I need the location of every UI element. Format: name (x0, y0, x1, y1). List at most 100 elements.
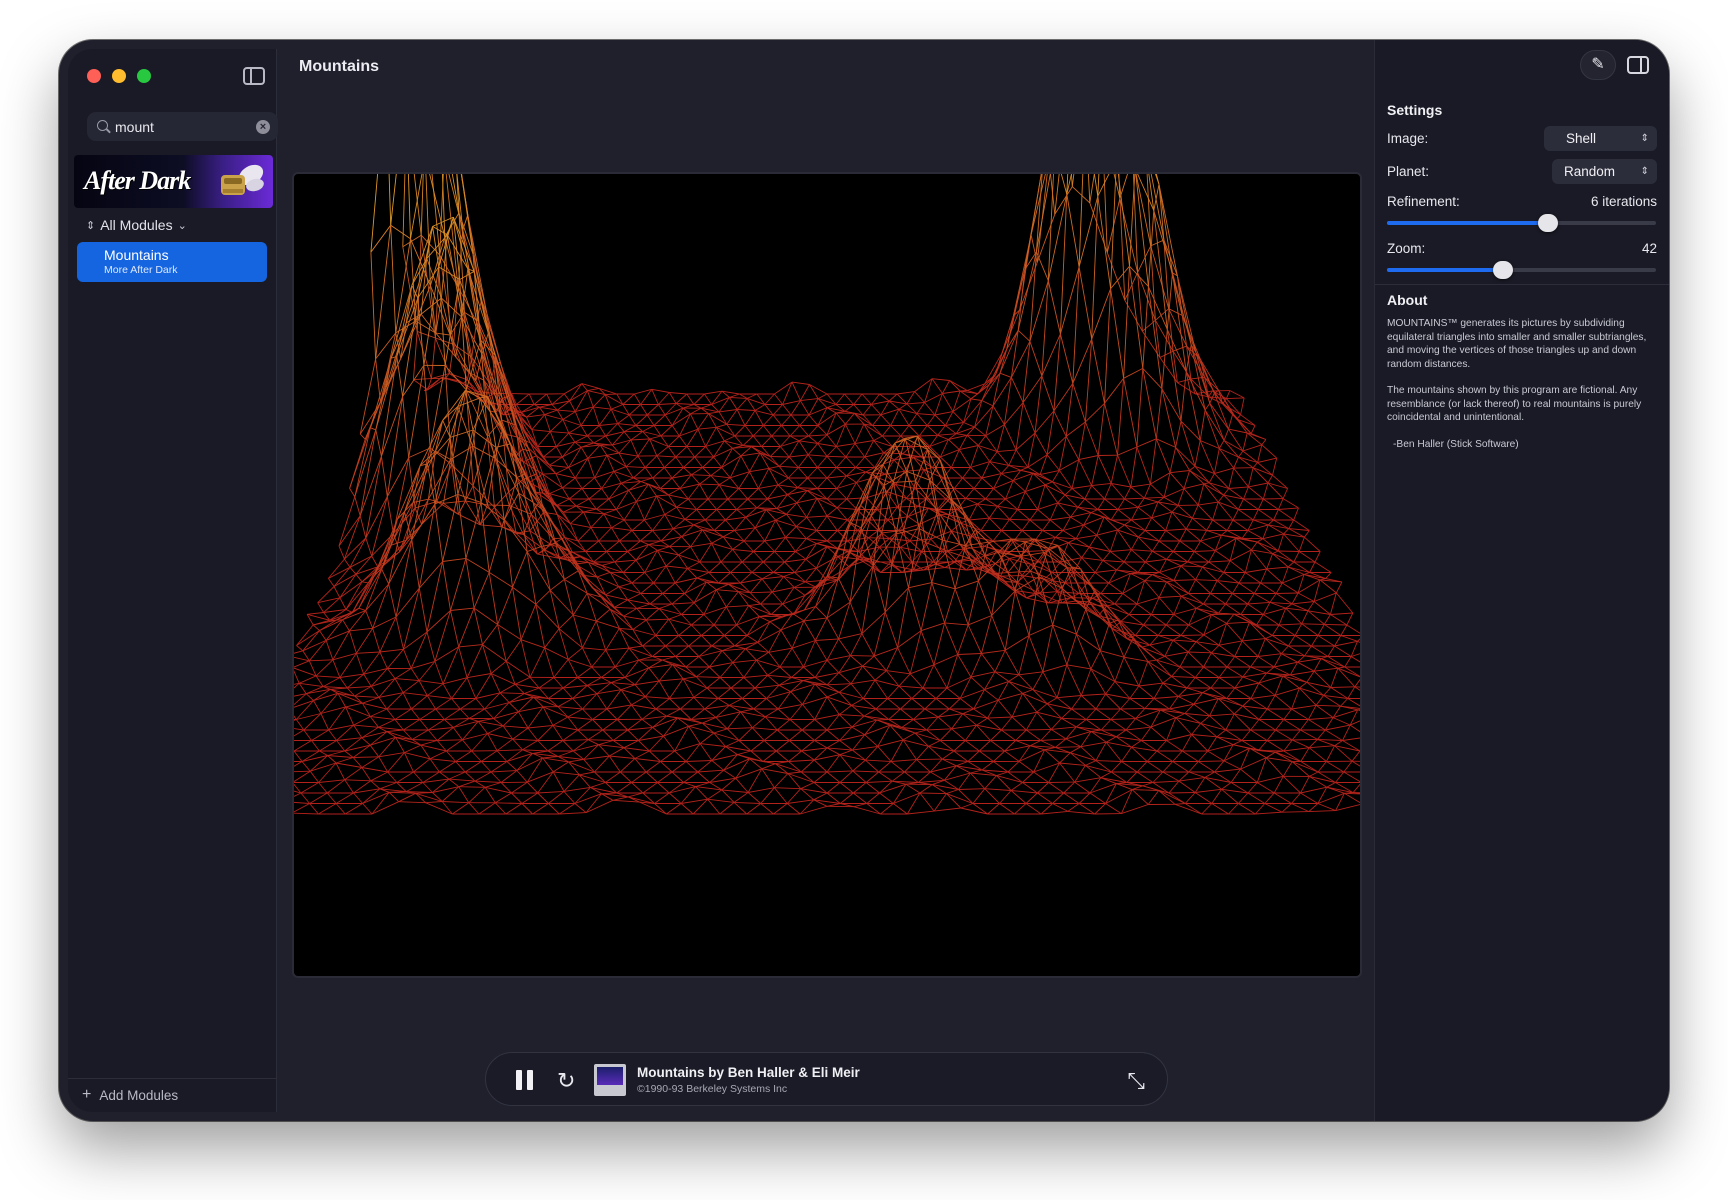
terrain-edge (328, 729, 337, 741)
terrain-edge (1178, 696, 1194, 705)
module-item-mountains[interactable]: Mountains More After Dark (77, 242, 267, 282)
terrain-edge (296, 630, 320, 646)
terrain-edge (900, 698, 913, 710)
terrain-edge (981, 653, 996, 673)
terrain-edge (663, 456, 677, 468)
terrain-edge (1226, 621, 1250, 624)
terrain-edge (1226, 519, 1234, 531)
terrain-edge (669, 696, 694, 699)
terrain-edge (1158, 530, 1167, 542)
terrain-edge (596, 498, 610, 510)
terrain-edge (1304, 645, 1312, 657)
terrain-edge (1275, 593, 1293, 605)
terrain-edge (1029, 740, 1041, 747)
terrain-edge (1055, 738, 1067, 748)
terrain-edge (1257, 653, 1282, 657)
terrain-edge (552, 725, 564, 741)
terrain-edge (590, 527, 600, 542)
search-input[interactable] (115, 117, 245, 137)
clear-search-icon[interactable]: × (256, 120, 270, 134)
terrain-edge (1275, 582, 1283, 594)
terrain-edge (426, 695, 437, 710)
terrain-edge (1251, 541, 1258, 551)
minimize-window-button[interactable] (112, 69, 126, 83)
chevron-down-icon: ⌄ (177, 219, 187, 232)
terrain-edge (395, 238, 411, 333)
add-modules-button[interactable]: + Add Modules (68, 1078, 277, 1112)
terrain-edge (803, 640, 816, 668)
terrain-edge (468, 708, 485, 719)
terrain-edge (1032, 472, 1053, 483)
terrain-edge (1194, 440, 1201, 467)
terrain-edge (699, 743, 713, 761)
terrain-edge (1171, 666, 1181, 677)
terrain-edge (1106, 603, 1116, 607)
terrain-edge (1250, 694, 1276, 699)
terrain-edge (691, 614, 705, 626)
terrain-edge (305, 693, 314, 701)
terrain-edge (1283, 719, 1301, 731)
terrain-edge (1185, 528, 1201, 542)
terrain-edge (1165, 528, 1187, 531)
terrain-edge (1104, 483, 1112, 500)
terrain-edge (370, 427, 376, 431)
terrain-edge (626, 466, 646, 468)
terrain-edge (783, 572, 795, 577)
terrain-edge (361, 756, 380, 768)
terrain-edge (779, 666, 792, 678)
terrain-edge (916, 759, 931, 773)
terrain-edge (767, 666, 781, 676)
terrain-edge (807, 467, 818, 479)
terrain-edge (442, 390, 466, 421)
terrain-edge (1303, 572, 1310, 575)
terrain-edge (795, 516, 807, 527)
terrain-edge (1137, 561, 1146, 573)
terrain-edge (1166, 551, 1174, 560)
terrain-edge (1232, 593, 1248, 605)
terrain-edge (330, 687, 348, 690)
terrain-edge (1097, 196, 1112, 289)
terrain-edge (1262, 482, 1269, 500)
terrain-edge (648, 540, 662, 546)
terrain-edge (577, 729, 589, 741)
terrain-edge (1332, 717, 1351, 726)
zoom-window-button[interactable] (137, 69, 151, 83)
terrain-edge (711, 645, 723, 652)
terrain-edge (356, 651, 380, 654)
terrain-edge (569, 400, 576, 412)
terrain-edge (991, 615, 1006, 651)
terrain-edge (719, 409, 738, 413)
terrain-edge (1105, 681, 1116, 695)
terrain-edge (320, 693, 339, 714)
terrain-edge (863, 423, 875, 441)
terrain-edge (1078, 266, 1093, 340)
terrain-edge (568, 432, 576, 443)
terrain-edge (623, 747, 650, 752)
terrain-edge (934, 411, 953, 416)
terrain-edge (826, 475, 847, 479)
terrain-edge (898, 685, 924, 689)
terrain-edge (1149, 438, 1157, 485)
terrain-edge (1245, 572, 1261, 584)
terrain-edge (684, 518, 706, 521)
modules-filter-popup[interactable]: ⇕ All Modules ⌄ (86, 217, 187, 233)
terrain-edge (751, 572, 763, 580)
terrain-edge (1179, 651, 1189, 668)
terrain-edge (1044, 746, 1056, 751)
terrain-edge (776, 719, 791, 731)
terrain-edge (1065, 738, 1082, 748)
terrain-edge (378, 752, 405, 758)
terrain-edge (791, 677, 804, 682)
terrain-edge (1258, 740, 1268, 751)
terrain-edge (855, 467, 866, 473)
terrain-edge (951, 724, 977, 730)
terrain-edge (1130, 483, 1151, 488)
terrain-edge (311, 740, 320, 752)
terrain-edge (655, 618, 670, 636)
terrain-edge (564, 570, 579, 580)
sidebar-toggle-icon[interactable] (243, 67, 265, 85)
terrain-edge (747, 488, 759, 500)
close-window-button[interactable] (87, 69, 101, 83)
terrain-edge (1216, 572, 1225, 581)
terrain-edge (649, 603, 660, 610)
